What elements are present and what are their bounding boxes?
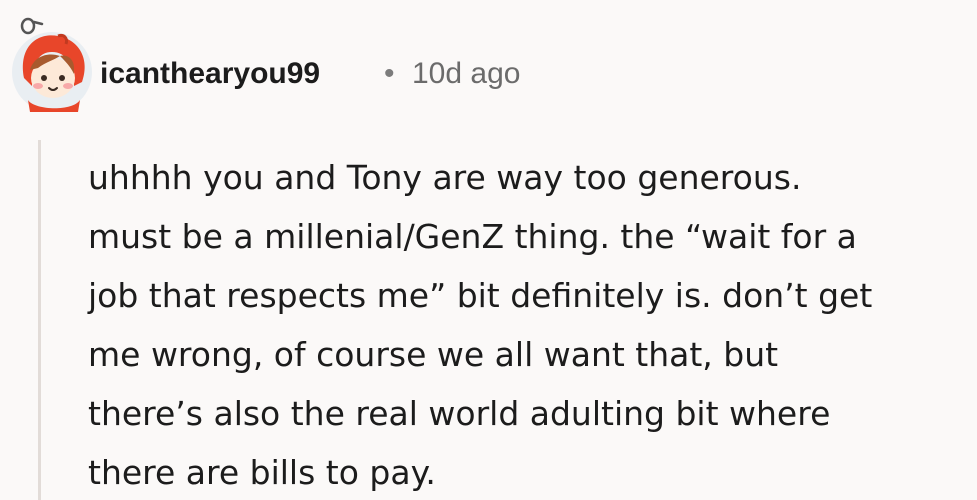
snoo-avatar-icon xyxy=(12,17,92,112)
comment: icanthearyou99 • 10d ago uhhhh you and T… xyxy=(0,0,977,500)
avatar[interactable] xyxy=(8,16,100,116)
thread-line[interactable] xyxy=(38,140,41,500)
meta-separator: • xyxy=(384,57,395,90)
comment-body: uhhhh you and Tony are way too generous.… xyxy=(88,158,873,492)
comment-author[interactable]: icanthearyou99 xyxy=(100,56,320,92)
comment-timestamp[interactable]: 10d ago xyxy=(412,56,520,92)
